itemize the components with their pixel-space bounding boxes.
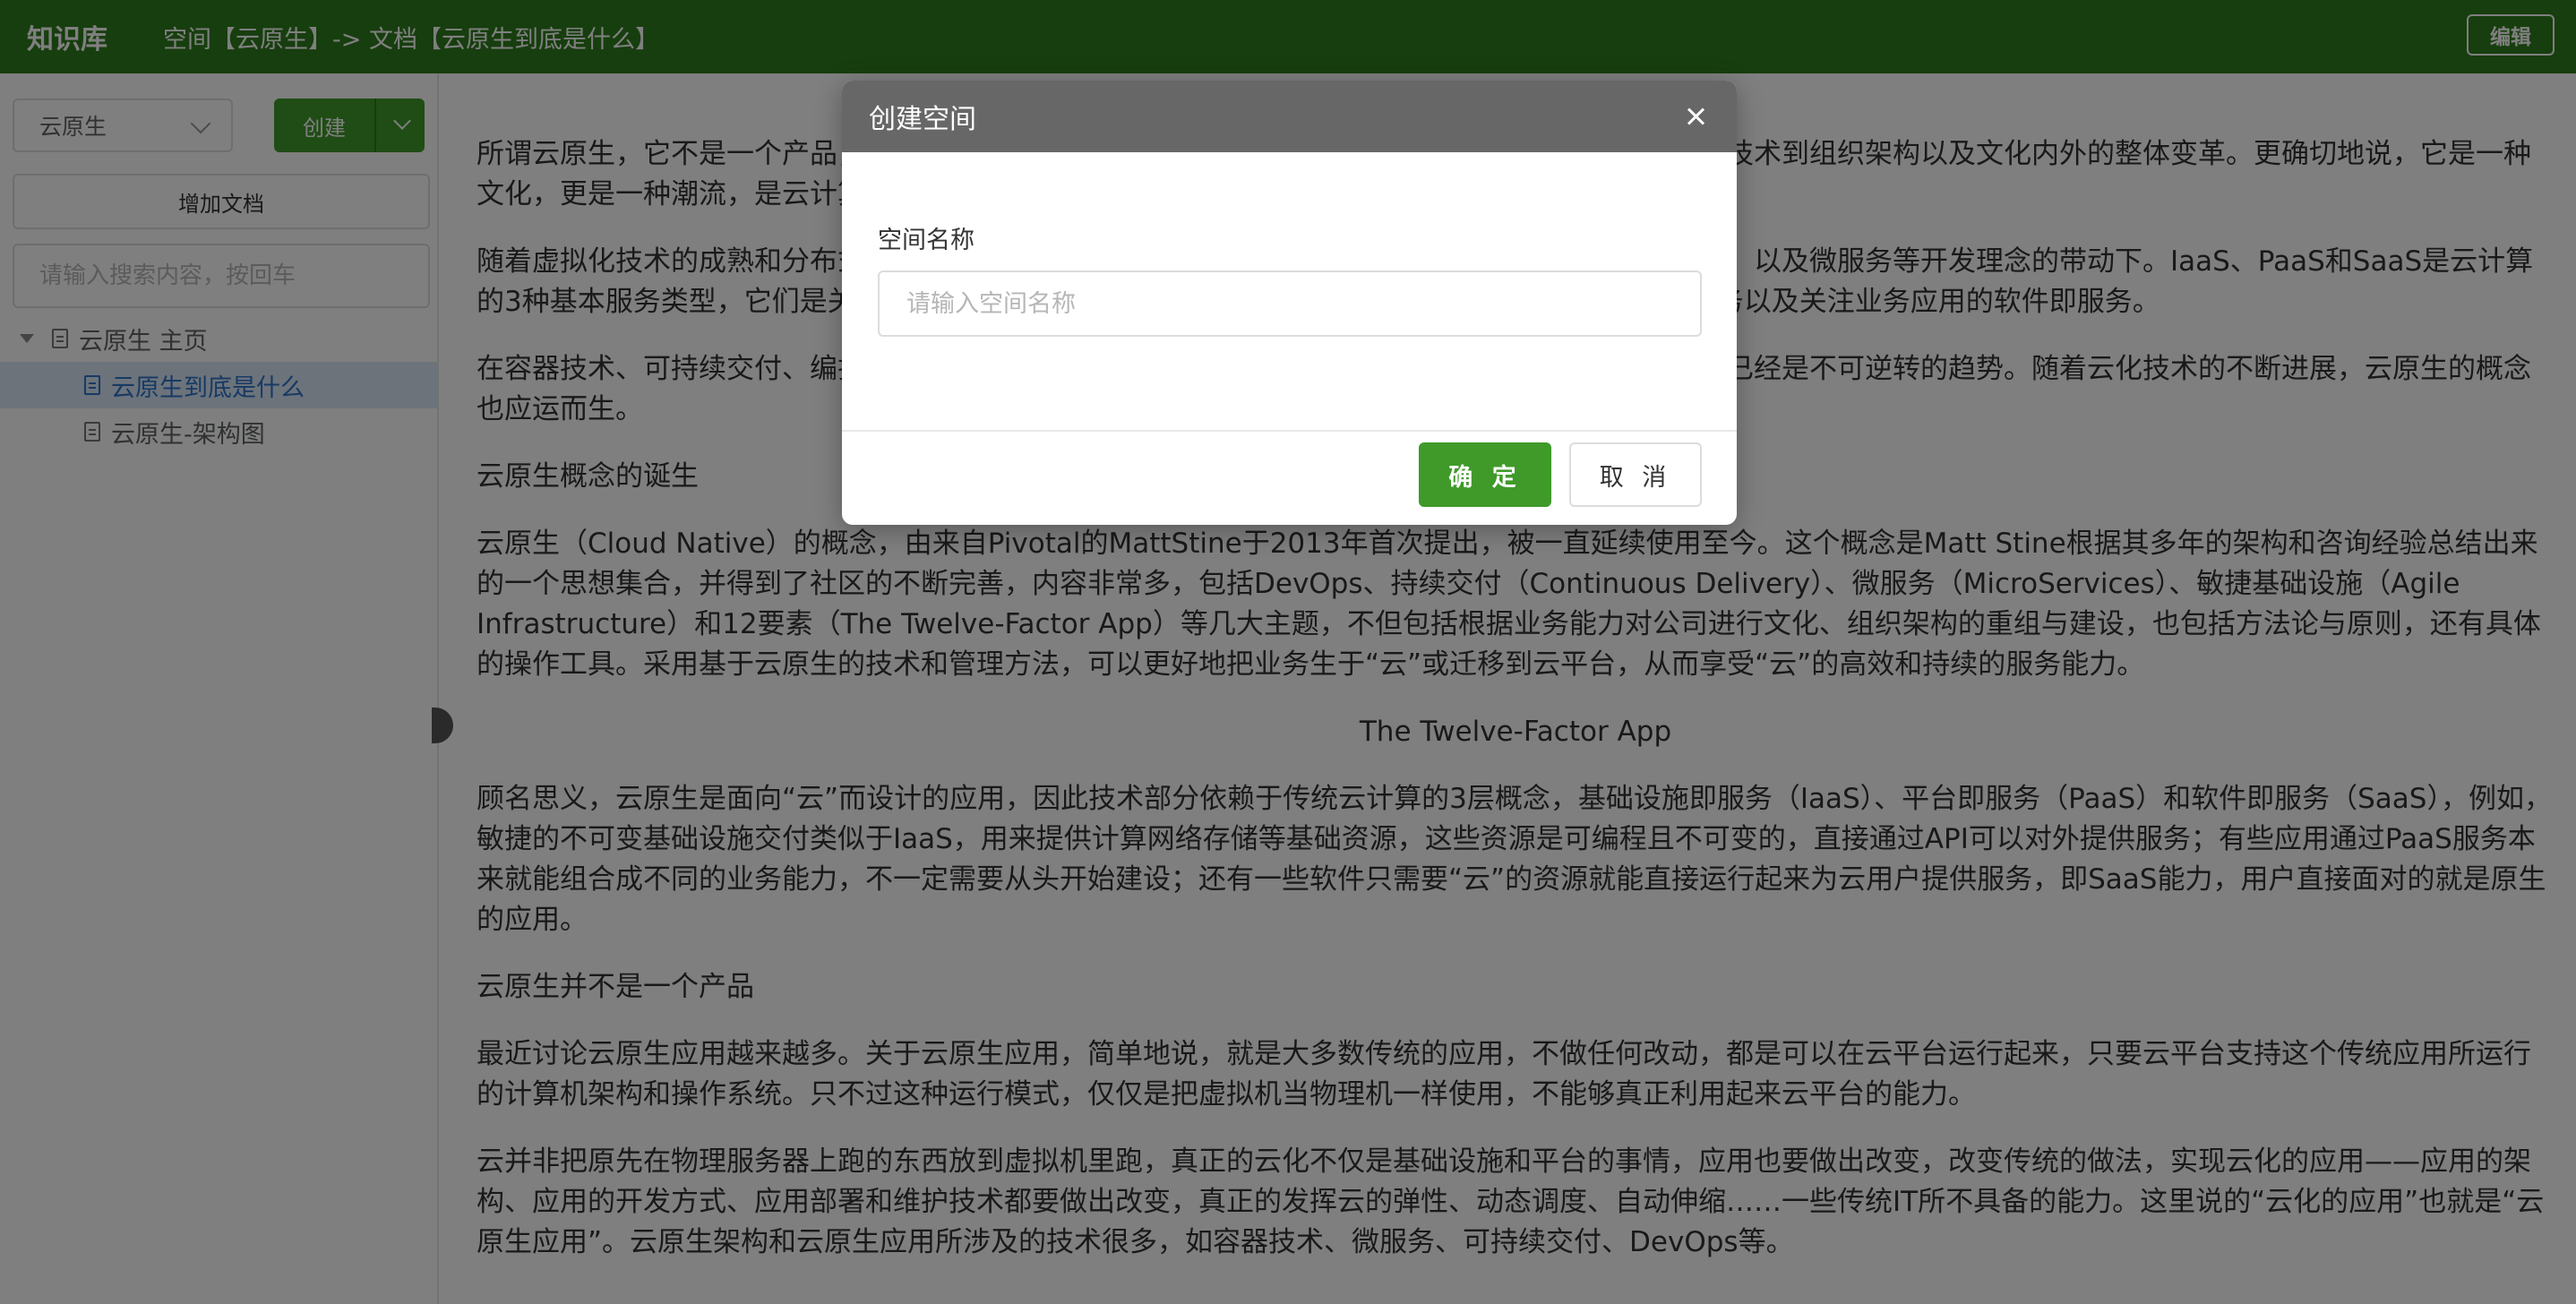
close-icon[interactable]: [1683, 104, 1708, 129]
dialog-header: 创建空间: [842, 81, 1737, 152]
dialog-title: 创建空间: [869, 104, 976, 135]
confirm-button[interactable]: 确 定: [1419, 442, 1551, 507]
create-space-dialog: 创建空间 空间名称 确 定 取 消: [842, 81, 1737, 525]
dialog-footer: 确 定 取 消: [842, 430, 1737, 525]
cancel-button[interactable]: 取 消: [1569, 442, 1702, 507]
space-name-label: 空间名称: [878, 227, 975, 254]
space-name-input[interactable]: [878, 270, 1702, 337]
